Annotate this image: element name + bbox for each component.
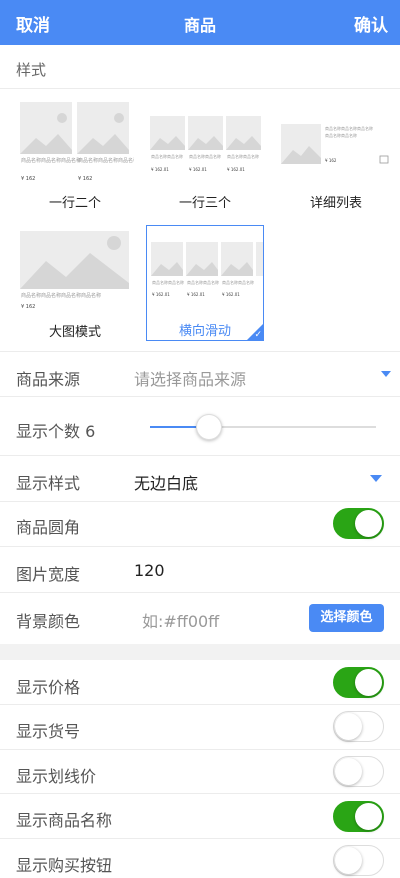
rounded-toggle[interactable] — [333, 508, 384, 539]
svg-text:¥ 162.01: ¥ 162.01 — [227, 167, 245, 172]
count-label: 显示个数 6 — [16, 422, 96, 441]
divider — [0, 749, 400, 750]
style-option-big-image[interactable]: 商品名称商品名称商品名称商品名称 ¥ 162 大图模式 — [16, 225, 134, 341]
show-strike-price-toggle[interactable] — [333, 756, 384, 787]
source-label: 商品来源 — [16, 370, 81, 389]
svg-text:¥ 162: ¥ 162 — [78, 176, 92, 182]
style-option-horizontal-scroll[interactable]: 商品名称商品名称 商品名称商品名称 商品名称商品名称 ¥ 162.01 ¥ 16… — [146, 225, 264, 341]
toggle-knob — [355, 510, 382, 537]
toggle-label: 显示货号 — [16, 722, 81, 741]
divider — [0, 455, 400, 456]
toggle-label: 显示购买按钮 — [16, 856, 113, 875]
toggle-label: 显示价格 — [16, 678, 81, 697]
section-gap — [0, 644, 400, 660]
svg-text:¥ 162.01: ¥ 162.01 — [152, 292, 170, 297]
svg-text:商品名称商品名称商品名称: 商品名称商品名称商品名称 — [78, 157, 134, 164]
divider — [0, 351, 400, 352]
check-icon: ✓ — [254, 330, 262, 340]
divider — [0, 88, 400, 89]
chevron-down-icon[interactable] — [381, 371, 391, 377]
style-option-label: 详细列表 — [309, 196, 362, 211]
svg-text:商品名称商品名称: 商品名称商品名称 — [325, 132, 357, 138]
page-title: 商品 — [183, 16, 216, 35]
image-width-input[interactable]: 120 — [134, 561, 165, 580]
svg-text:¥ 162: ¥ 162 — [21, 304, 35, 310]
bg-color-input[interactable]: 如:#ff00ff — [142, 608, 219, 632]
big-image-preview-icon: 商品名称商品名称商品名称商品名称 ¥ 162 — [20, 231, 129, 310]
style-option-detail-list[interactable]: 商品名称商品名称商品名称 商品名称商品名称 ¥ 162 详细列表 — [277, 96, 395, 212]
svg-text:商品名称商品名称: 商品名称商品名称 — [187, 279, 219, 285]
show-product-name-toggle[interactable] — [333, 801, 384, 832]
style-option-label: 横向滑动 — [178, 324, 231, 339]
choose-color-button[interactable]: 选择颜色 — [309, 604, 384, 632]
svg-text:商品名称商品名称: 商品名称商品名称 — [189, 153, 221, 159]
display-style-label: 显示样式 — [16, 474, 81, 493]
svg-text:¥ 162.01: ¥ 162.01 — [222, 292, 240, 297]
toggle-label: 显示商品名称 — [16, 811, 113, 830]
confirm-button[interactable]: 确认 — [354, 11, 388, 36]
count-slider-thumb[interactable] — [196, 414, 222, 440]
divider — [0, 793, 400, 794]
count-slider[interactable] — [150, 414, 376, 440]
horizontal-scroll-preview-icon: 商品名称商品名称 商品名称商品名称 商品名称商品名称 ¥ 162.01 ¥ 16… — [151, 242, 263, 297]
divider — [0, 704, 400, 705]
svg-text:¥ 162: ¥ 162 — [325, 158, 337, 163]
svg-text:¥ 162: ¥ 162 — [21, 176, 35, 182]
svg-text:商品名称商品名称: 商品名称商品名称 — [227, 153, 259, 159]
three-per-row-preview-icon: 商品名称商品名称 商品名称商品名称 商品名称商品名称 ¥ 162.01 ¥ 16… — [150, 116, 261, 172]
toggle-knob — [335, 713, 362, 740]
toggle-knob — [355, 669, 382, 696]
svg-text:商品名称商品名称: 商品名称商品名称 — [151, 153, 183, 159]
divider — [0, 501, 400, 502]
style-option-three-per-row[interactable]: 商品名称商品名称 商品名称商品名称 商品名称商品名称 ¥ 162.01 ¥ 16… — [146, 96, 264, 212]
toggle-label: 显示划线价 — [16, 767, 97, 786]
svg-text:¥ 162.01: ¥ 162.01 — [187, 292, 205, 297]
bg-color-label: 背景颜色 — [16, 612, 81, 631]
toggle-knob — [335, 847, 362, 874]
svg-text:商品名称商品名称商品名称商品名称: 商品名称商品名称商品名称商品名称 — [21, 292, 101, 299]
show-price-toggle[interactable] — [333, 667, 384, 698]
top-bar: 取消 商品 确认 — [0, 0, 400, 45]
style-option-label: 一行三个 — [178, 196, 231, 211]
svg-text:商品名称商品名称商品名称: 商品名称商品名称商品名称 — [325, 125, 373, 131]
detail-list-preview-icon: 商品名称商品名称商品名称 商品名称商品名称 ¥ 162 — [281, 124, 389, 164]
svg-text:商品名称商品名称: 商品名称商品名称 — [152, 279, 184, 285]
show-buy-button-toggle[interactable] — [333, 845, 384, 876]
divider — [0, 592, 400, 593]
source-select[interactable]: 请选择商品来源 — [134, 366, 246, 390]
chevron-down-icon[interactable] — [370, 475, 382, 482]
style-section-label: 样式 — [16, 61, 47, 79]
style-option-label: 大图模式 — [48, 325, 101, 340]
svg-text:¥ 162.01: ¥ 162.01 — [189, 167, 207, 172]
image-width-label: 图片宽度 — [16, 565, 81, 584]
style-option-two-per-row[interactable]: 商品名称商品名称商品名称 商品名称商品名称商品名称 ¥ 162 ¥ 162 一行… — [16, 96, 138, 212]
divider — [0, 546, 400, 547]
divider — [0, 838, 400, 839]
divider — [0, 396, 400, 397]
rounded-label: 商品圆角 — [16, 518, 81, 537]
svg-text:¥ 162.01: ¥ 162.01 — [151, 167, 169, 172]
style-option-label: 一行二个 — [48, 196, 101, 211]
svg-text:商品名称商品名称: 商品名称商品名称 — [222, 279, 254, 285]
toggle-knob — [355, 803, 382, 830]
toggle-knob — [335, 758, 362, 785]
show-sku-toggle[interactable] — [333, 711, 384, 742]
display-style-select[interactable]: 无边白底 — [134, 470, 198, 494]
two-per-row-preview-icon: 商品名称商品名称商品名称 商品名称商品名称商品名称 ¥ 162 ¥ 162 — [20, 102, 138, 182]
svg-text:商品名称商品名称商品名称: 商品名称商品名称商品名称 — [21, 157, 81, 164]
